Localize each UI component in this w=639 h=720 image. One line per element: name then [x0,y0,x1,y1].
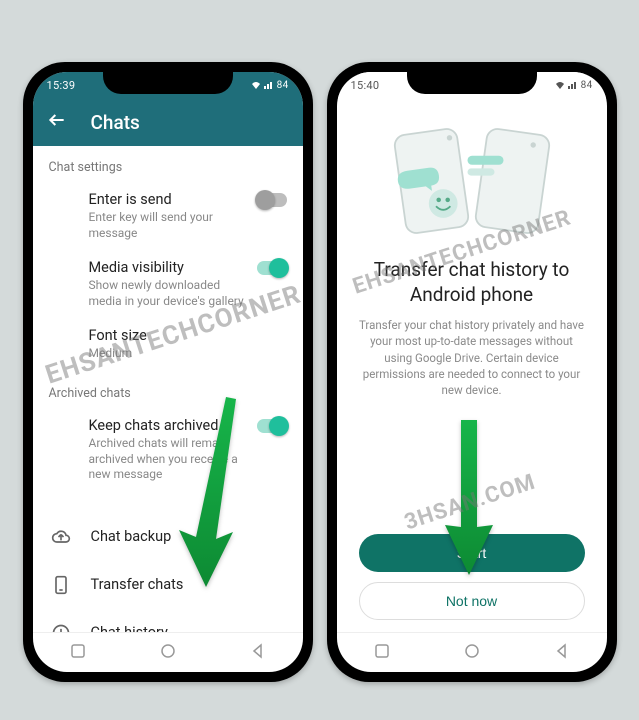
wifi-icon [251,80,261,90]
status-time: 15:40 [351,79,380,92]
nav-recents-icon[interactable] [374,643,390,663]
status-right: 84 [251,80,289,91]
setting-title: Font size [89,327,247,344]
app-bar: Chats [33,98,303,146]
not-now-button[interactable]: Not now [359,582,585,620]
setting-sub: Medium [89,346,247,362]
battery-pct: 84 [581,80,593,91]
setting-sub: Archived chats will remain archived when… [89,436,247,483]
signal-icon [568,80,578,90]
transfer-body: Transfer chat history to Android phone T… [337,98,607,632]
nav-recents-icon[interactable] [70,643,86,663]
row-font-size[interactable]: Font size Medium [33,319,303,372]
setting-sub: Show newly downloaded media in your devi… [89,278,247,309]
phone-left: 15:39 84 Chats Chat settings Enter is se… [23,62,313,682]
notch [407,70,537,94]
setting-title: Keep chats archived [89,417,247,434]
section-chat-settings: Chat settings [33,146,303,183]
status-right: 84 [555,80,593,91]
back-icon[interactable] [47,110,67,135]
toggle-media-visibility[interactable] [257,261,287,275]
row-keep-archived[interactable]: Keep chats archived Archived chats will … [33,409,303,493]
signal-icon [264,80,274,90]
nav-bar [33,632,303,672]
setting-title: Media visibility [89,259,247,276]
row-enter-is-send[interactable]: Enter is send Enter key will send your m… [33,183,303,251]
start-button[interactable]: Start [359,534,585,572]
transfer-title: Transfer chat history to Android phone [359,258,585,307]
nav-back-icon[interactable] [250,643,266,663]
toggle-keep-archived[interactable] [257,419,287,433]
toggle-enter-is-send[interactable] [257,193,287,207]
nav-bar [337,632,607,672]
battery-pct: 84 [277,80,289,91]
row-chat-history[interactable]: Chat history [33,609,303,632]
row-transfer-chats[interactable]: Transfer chats [33,561,303,609]
row-label: Transfer chats [91,576,184,593]
screen-left: 15:39 84 Chats Chat settings Enter is se… [33,72,303,672]
status-time: 15:39 [47,79,76,92]
setting-sub: Enter key will send your message [89,210,247,241]
history-icon [51,623,71,632]
notch [103,70,233,94]
section-archived: Archived chats [33,372,303,409]
nav-back-icon[interactable] [554,643,570,663]
phone-transfer-icon [51,575,71,595]
transfer-illustration [382,116,562,246]
nav-home-icon[interactable] [464,643,480,663]
settings-content: Chat settings Enter is send Enter key wi… [33,146,303,632]
setting-title: Enter is send [89,191,247,208]
wifi-icon [555,80,565,90]
screen-right: 15:40 84 [337,72,607,672]
appbar-title: Chats [91,111,140,134]
row-label: Chat history [91,624,168,632]
phone-right: 15:40 84 [327,62,617,682]
nav-home-icon[interactable] [160,643,176,663]
row-chat-backup[interactable]: Chat backup [33,513,303,561]
cloud-upload-icon [51,527,71,547]
row-media-visibility[interactable]: Media visibility Show newly downloaded m… [33,251,303,319]
row-label: Chat backup [91,528,172,545]
transfer-desc: Transfer your chat history privately and… [359,317,585,397]
